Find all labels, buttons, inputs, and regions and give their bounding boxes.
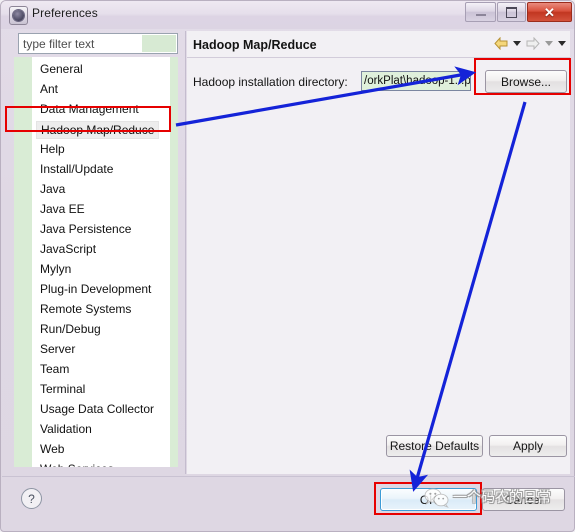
forward-dropdown-chevron-down-icon [545, 41, 553, 46]
sidebar-item-team[interactable]: Team [36, 361, 73, 378]
sidebar-item-web[interactable]: Web [36, 441, 68, 458]
footer-separator [2, 476, 575, 477]
help-question-icon[interactable]: ? [21, 488, 42, 509]
hadoop-install-dir-row: Hadoop installation directory: /orkPlat\… [193, 70, 568, 95]
page-title: Hadoop Map/Reduce [193, 38, 317, 52]
sidebar-item-validation[interactable]: Validation [36, 421, 96, 438]
panel-divider [185, 31, 186, 474]
window-controls: ✕ [464, 2, 572, 23]
window-title: Preferences [32, 6, 98, 20]
close-button[interactable]: ✕ [527, 2, 572, 22]
sidebar-item-general[interactable]: General [36, 61, 87, 78]
sidebar-item-run-debug[interactable]: Run/Debug [36, 321, 105, 338]
filter-input[interactable]: type filter text [19, 37, 142, 51]
sidebar-item-java-persistence[interactable]: Java Persistence [36, 221, 135, 238]
preferences-tree-panel: type filter text General Ant Data Manageme… [14, 31, 182, 474]
filter-input-highlight [142, 35, 176, 52]
preferences-window: Preferences ✕ type filter text General A… [0, 0, 575, 532]
page-nav-icons [494, 36, 566, 51]
cancel-button[interactable]: Cancel [482, 488, 565, 511]
back-arrow-icon[interactable] [494, 36, 508, 51]
preferences-dialog-screenshot: Preferences ✕ type filter text General A… [0, 0, 575, 532]
sidebar-item-java-ee[interactable]: Java EE [36, 201, 89, 218]
sidebar-item-help[interactable]: Help [36, 141, 69, 158]
sidebar-item-usage-data-collector[interactable]: Usage Data Collector [36, 401, 158, 418]
maximize-button[interactable] [497, 2, 526, 22]
sidebar-item-install-update[interactable]: Install/Update [36, 161, 117, 178]
back-dropdown-chevron-down-icon[interactable] [513, 41, 521, 46]
sidebar-item-plug-in-development[interactable]: Plug-in Development [36, 281, 155, 298]
sidebar-item-server[interactable]: Server [36, 341, 79, 358]
sidebar-item-terminal[interactable]: Terminal [36, 381, 89, 398]
sidebar-item-hadoop-map-reduce[interactable]: Hadoop Map/Reduce [36, 121, 160, 139]
hadoop-install-dir-input[interactable]: /orkPlat\hadoop-1...p [361, 71, 471, 91]
preferences-tree-list[interactable]: General Ant Data Management Hadoop Map/Redu… [18, 57, 178, 467]
sidebar-item-java[interactable]: Java [36, 181, 69, 198]
close-icon: ✕ [544, 4, 555, 20]
sidebar-item-ant[interactable]: Ant [36, 81, 62, 98]
sidebar-item-mylyn[interactable]: Mylyn [36, 261, 75, 278]
restore-defaults-button[interactable]: Restore Defaults [386, 435, 483, 457]
forward-arrow-icon [526, 36, 540, 51]
ok-button[interactable]: OK [380, 488, 477, 511]
hadoop-install-dir-label: Hadoop installation directory: [193, 75, 348, 89]
filter-input-wrapper[interactable]: type filter text [18, 33, 178, 54]
page-title-separator [187, 57, 570, 58]
preferences-gear-icon [9, 6, 28, 25]
hadoop-preference-page: Hadoop Map/Reduce Hadoop installation di… [187, 31, 570, 474]
dialog-body: type filter text General Ant Data Manageme… [7, 31, 570, 474]
tree-left-band [18, 57, 32, 467]
sidebar-item-remote-systems[interactable]: Remote Systems [36, 301, 135, 318]
browse-button[interactable]: Browse... [485, 70, 567, 93]
view-menu-chevron-down-icon[interactable] [558, 41, 566, 46]
sidebar-item-data-management[interactable]: Data Management [36, 101, 143, 118]
window-title-bar[interactable]: Preferences ✕ [1, 1, 574, 29]
minimize-button[interactable] [465, 2, 496, 22]
sidebar-item-javascript[interactable]: JavaScript [36, 241, 100, 258]
sidebar-item-web-services[interactable]: Web Services [36, 461, 118, 467]
tree-right-band [170, 57, 178, 467]
apply-button[interactable]: Apply [489, 435, 567, 457]
